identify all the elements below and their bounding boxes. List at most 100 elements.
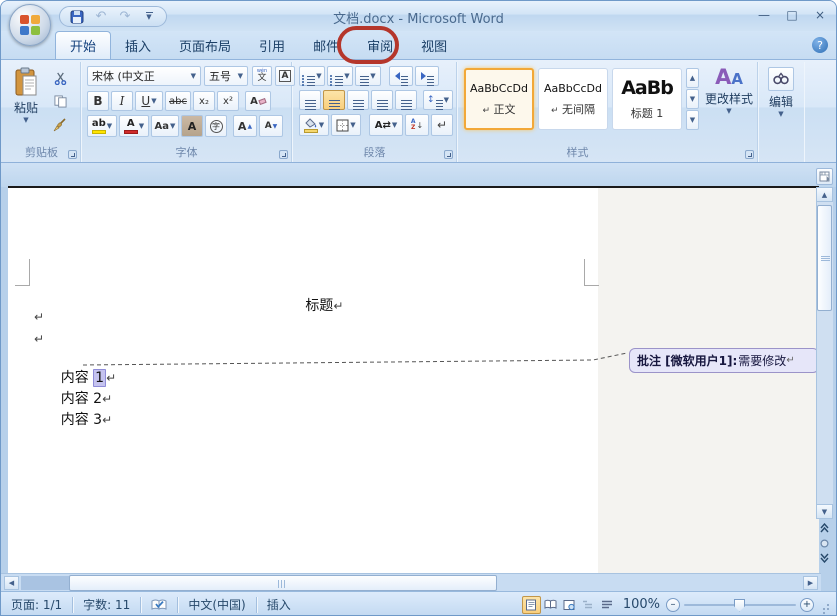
status-bar: 页面: 1/1 字数: 11 中文(中国) 插入 — [1, 591, 836, 616]
style-normal[interactable]: AaBbCcDd ↵ 正文 — [464, 68, 534, 130]
character-shading-button[interactable]: A — [181, 115, 203, 137]
sort-button[interactable]: A Z ↓ — [405, 114, 429, 136]
office-button[interactable] — [9, 4, 51, 46]
font-size-combo[interactable]: 五号▼ — [204, 66, 248, 86]
tab-references[interactable]: 引用 — [245, 31, 299, 59]
minimize-button[interactable]: — — [756, 9, 772, 21]
style-heading1[interactable]: AaBb 标题 1 — [612, 68, 682, 130]
horizontal-scrollbar-thumb[interactable] — [69, 575, 497, 591]
view-shortcuts — [522, 596, 617, 614]
character-border-button[interactable]: A — [275, 66, 295, 86]
styles-group: AaBbCcDd ↵ 正文 AaBbCcDd ↵ 无间隔 AaBb 标题 1 ▲… — [458, 62, 758, 162]
change-case-button[interactable]: Aa ▼ — [151, 115, 179, 137]
word-count[interactable]: 字数: 11 — [73, 596, 140, 614]
align-left-button[interactable] — [299, 90, 321, 110]
paste-button[interactable]: 粘贴 ▼ — [7, 66, 45, 140]
scroll-right-button[interactable]: ▶ — [803, 576, 818, 590]
outline-view-button[interactable] — [579, 596, 598, 614]
draft-view-button[interactable] — [598, 596, 617, 614]
web-layout-view-button[interactable] — [560, 596, 579, 614]
tab-insert[interactable]: 插入 — [111, 31, 165, 59]
doc-title-line[interactable]: 标题↵ — [34, 279, 588, 331]
zoom-in-button[interactable]: + — [800, 598, 814, 612]
insert-mode-indicator[interactable]: 插入 — [257, 596, 301, 614]
fullscreen-reading-view-button[interactable] — [541, 596, 560, 614]
empty-paragraph-2[interactable]: ↵ — [34, 331, 44, 347]
grow-font-button[interactable]: A▲ — [233, 115, 257, 137]
page-indicator[interactable]: 页面: 1/1 — [1, 596, 72, 614]
align-center-button[interactable] — [323, 90, 345, 110]
resize-grip[interactable] — [820, 599, 830, 611]
style-no-spacing[interactable]: AaBbCcDd ↵ 无间隔 — [538, 68, 608, 130]
gallery-scroll-up-button[interactable]: ▲ — [686, 68, 699, 88]
phonetic-guide-button[interactable]: wén 文 — [252, 66, 272, 86]
proofing-check-icon — [151, 598, 167, 612]
borders-button[interactable]: ▼ — [331, 114, 361, 136]
font-name-combo[interactable]: 宋体 (中文正▼ — [87, 66, 201, 86]
shrink-font-button[interactable]: A▼ — [259, 115, 283, 137]
ruler-toggle-button[interactable] — [816, 168, 833, 185]
change-styles-button[interactable]: AA 更改样式 ▼ — [702, 66, 756, 142]
shading-button[interactable]: ▼ — [299, 114, 329, 136]
text-highlight-button[interactable]: ab ▼ — [87, 115, 117, 137]
line-spacing-button[interactable]: ↕ ▼ — [423, 90, 453, 110]
tab-home[interactable]: 开始 — [55, 31, 111, 59]
clear-formatting-button[interactable]: A — [245, 91, 271, 111]
asian-layout-button[interactable]: A⇄ ▼ — [369, 114, 403, 136]
cut-button[interactable] — [49, 68, 71, 88]
empty-paragraph-1[interactable]: ↵ — [34, 309, 44, 325]
gallery-more-button[interactable]: ▼ — [686, 110, 699, 130]
bullets-button[interactable]: ▼ — [299, 66, 325, 86]
paragraph-dialog-launcher[interactable] — [444, 150, 453, 159]
select-browse-object-button[interactable] — [816, 539, 833, 548]
enclose-characters-button[interactable]: 字 — [205, 115, 227, 137]
next-page-button[interactable] — [816, 553, 833, 563]
numbering-button[interactable]: ▼ — [327, 66, 353, 86]
multilevel-list-button[interactable]: ▼ — [355, 66, 381, 86]
language-indicator[interactable]: 中文(中国) — [178, 596, 255, 614]
subscript-button[interactable]: x₂ — [193, 91, 215, 111]
clipboard-dialog-launcher[interactable] — [68, 150, 77, 159]
previous-page-button[interactable] — [816, 523, 833, 533]
distributed-icon — [401, 100, 412, 101]
vertical-scrollbar-thumb[interactable] — [817, 205, 832, 311]
print-layout-view-button[interactable] — [522, 596, 541, 614]
horizontal-scrollbar[interactable]: ◀ ▶ — [1, 573, 821, 591]
zoom-out-button[interactable]: – — [666, 598, 680, 612]
gallery-scroll-down-button[interactable]: ▼ — [686, 89, 699, 109]
styles-dialog-launcher[interactable] — [745, 150, 754, 159]
show-hide-marks-button[interactable]: ↵ — [431, 114, 453, 136]
proofing-status[interactable] — [141, 596, 177, 614]
copy-button[interactable] — [49, 91, 71, 111]
zoom-slider-thumb[interactable] — [734, 599, 745, 612]
superscript-button[interactable]: x² — [217, 91, 239, 111]
strikethrough-button[interactable]: abc — [165, 91, 191, 111]
align-right-button[interactable] — [347, 90, 369, 110]
help-button[interactable]: ? — [812, 37, 828, 53]
hthumb-grip — [278, 580, 279, 588]
bold-button[interactable]: B — [87, 91, 109, 111]
zoom-level[interactable]: 100% — [623, 597, 660, 612]
font-color-button[interactable]: A ▼ — [119, 115, 149, 137]
justify-button[interactable] — [371, 90, 393, 110]
italic-button[interactable]: I — [111, 91, 133, 111]
tab-review[interactable]: 审阅 — [353, 31, 407, 59]
tab-mailings[interactable]: 邮件 — [299, 31, 353, 59]
format-painter-button[interactable] — [49, 114, 71, 136]
tab-view[interactable]: 视图 — [407, 31, 461, 59]
scroll-down-button[interactable]: ▼ — [816, 504, 833, 519]
font-dialog-launcher[interactable] — [279, 150, 288, 159]
close-button[interactable]: × — [812, 9, 828, 21]
content-line-3[interactable]: 内容 3↵ — [34, 393, 112, 445]
increase-indent-button[interactable] — [415, 66, 439, 86]
underline-button[interactable]: U ▼ — [135, 91, 163, 111]
tab-page-layout[interactable]: 页面布局 — [165, 31, 245, 59]
comment-balloon[interactable]: 批注 [微软用户1]: 需要修改 ↵ — [629, 348, 819, 373]
scroll-up-button[interactable]: ▲ — [816, 187, 833, 202]
maximize-button[interactable]: □ — [784, 9, 800, 21]
decrease-indent-button[interactable] — [389, 66, 413, 86]
distributed-button[interactable] — [395, 90, 417, 110]
horizontal-track-shaded[interactable] — [21, 576, 69, 590]
scroll-left-button[interactable]: ◀ — [4, 576, 19, 590]
editing-button[interactable]: 编辑 ▼ — [760, 66, 802, 142]
